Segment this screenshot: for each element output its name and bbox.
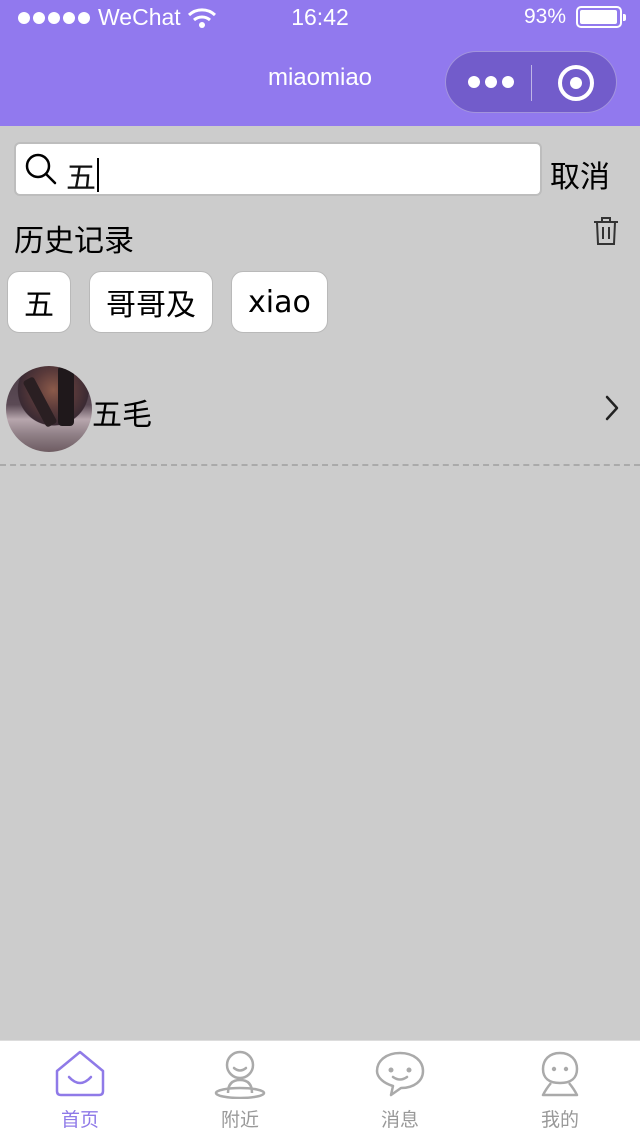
history-title: 历史记录 — [14, 224, 134, 259]
profile-icon — [541, 1051, 579, 1097]
tab-label: 首页 — [60, 1109, 99, 1131]
home-icon — [55, 1050, 105, 1097]
trash-icon[interactable] — [591, 215, 621, 247]
tab-label: 消息 — [380, 1109, 419, 1131]
battery-status: 93% — [523, 5, 626, 29]
search-input[interactable]: 五 — [14, 142, 542, 196]
history-chip[interactable]: 哥哥及 — [89, 271, 213, 333]
history-list: 五 哥哥及 xiao — [7, 271, 328, 333]
tab-home[interactable]: 首页 — [0, 1041, 160, 1138]
tab-profile[interactable]: 我的 — [480, 1041, 640, 1138]
result-name: 五毛 — [92, 398, 152, 433]
capsule-divider — [531, 65, 532, 101]
nearby-person-icon — [214, 1050, 266, 1099]
header: WeChat 16:42 93% miaomiao — [0, 0, 640, 126]
close-target-icon[interactable] — [558, 65, 594, 101]
tab-nearby[interactable]: 附近 — [160, 1041, 320, 1138]
avatar — [6, 366, 92, 452]
mini-program-capsule — [445, 51, 617, 113]
tab-label: 我的 — [540, 1109, 579, 1131]
status-bar: WeChat 16:42 93% — [0, 0, 640, 36]
search-text: 五 — [66, 161, 96, 196]
cancel-button[interactable]: 取消 — [550, 152, 610, 196]
tab-messages[interactable]: 消息 — [320, 1041, 480, 1138]
history-chip[interactable]: xiao — [231, 271, 328, 333]
chat-bubble-icon — [375, 1051, 425, 1097]
more-icon[interactable] — [468, 76, 514, 88]
battery-icon — [576, 6, 626, 28]
result-row[interactable]: 五毛 — [0, 358, 640, 466]
chevron-right-icon — [605, 395, 619, 421]
battery-percent: 93% — [523, 5, 566, 28]
search-icon — [25, 153, 57, 185]
tab-bar: 首页 附近 消息 我的 — [0, 1040, 640, 1138]
history-chip[interactable]: 五 — [7, 271, 71, 333]
search-input-value: 五 — [66, 153, 99, 197]
tab-label: 附近 — [220, 1109, 259, 1131]
text-cursor — [97, 158, 99, 192]
